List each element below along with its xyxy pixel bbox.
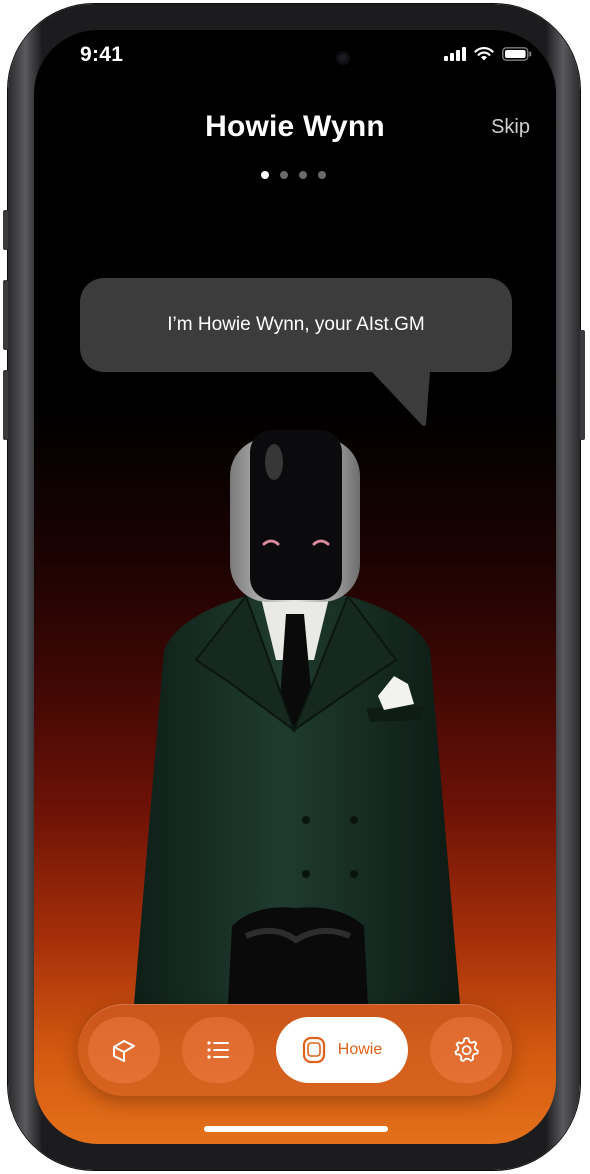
box-icon: [113, 1040, 135, 1062]
home-indicator[interactable]: [204, 1126, 388, 1132]
front-camera: [336, 51, 350, 65]
speech-bubble-text: I’m Howie Wynn, your AIst.GM: [167, 314, 425, 335]
pagination-dots: [261, 171, 326, 179]
nav-box-button[interactable]: [88, 1017, 160, 1083]
skip-button[interactable]: Skip: [491, 116, 530, 139]
cellular-signal-icon: [444, 47, 466, 61]
status-bar: 9:41: [34, 30, 556, 90]
speech-bubble-tail: [372, 372, 430, 426]
gear-icon: [454, 1037, 479, 1062]
pagination-dot-2[interactable]: [280, 171, 288, 179]
speech-bubble: I’m Howie Wynn, your AIst.GM: [80, 278, 512, 372]
nav-list-button[interactable]: [182, 1017, 254, 1083]
robot-body: [134, 560, 460, 1004]
bottom-nav: Howie: [78, 1004, 512, 1096]
screen: 9:41 Howie Wynn Skip I’m Howie Wynn, you…: [34, 30, 556, 1144]
robot-face-icon: [302, 1036, 325, 1064]
nav-howie-button[interactable]: Howie: [276, 1017, 408, 1083]
robot-illustration: [134, 430, 460, 1004]
nav-settings-button[interactable]: [430, 1017, 502, 1083]
page-title: Howie Wynn: [205, 110, 385, 143]
mute-switch: [3, 210, 8, 250]
pagination-dot-1[interactable]: [261, 171, 269, 179]
battery-icon: [502, 47, 532, 61]
pagination-dot-4[interactable]: [318, 171, 326, 179]
status-icons: [444, 47, 532, 61]
wifi-icon: [474, 47, 494, 61]
power-button: [580, 330, 585, 440]
robot-head: [230, 430, 360, 602]
status-time: 9:41: [80, 43, 124, 66]
nav-howie-label: Howie: [337, 1041, 383, 1058]
volume-up-button: [3, 280, 8, 350]
list-icon: [207, 1041, 229, 1059]
pagination-dot-3[interactable]: [299, 171, 307, 179]
volume-down-button: [3, 370, 8, 440]
